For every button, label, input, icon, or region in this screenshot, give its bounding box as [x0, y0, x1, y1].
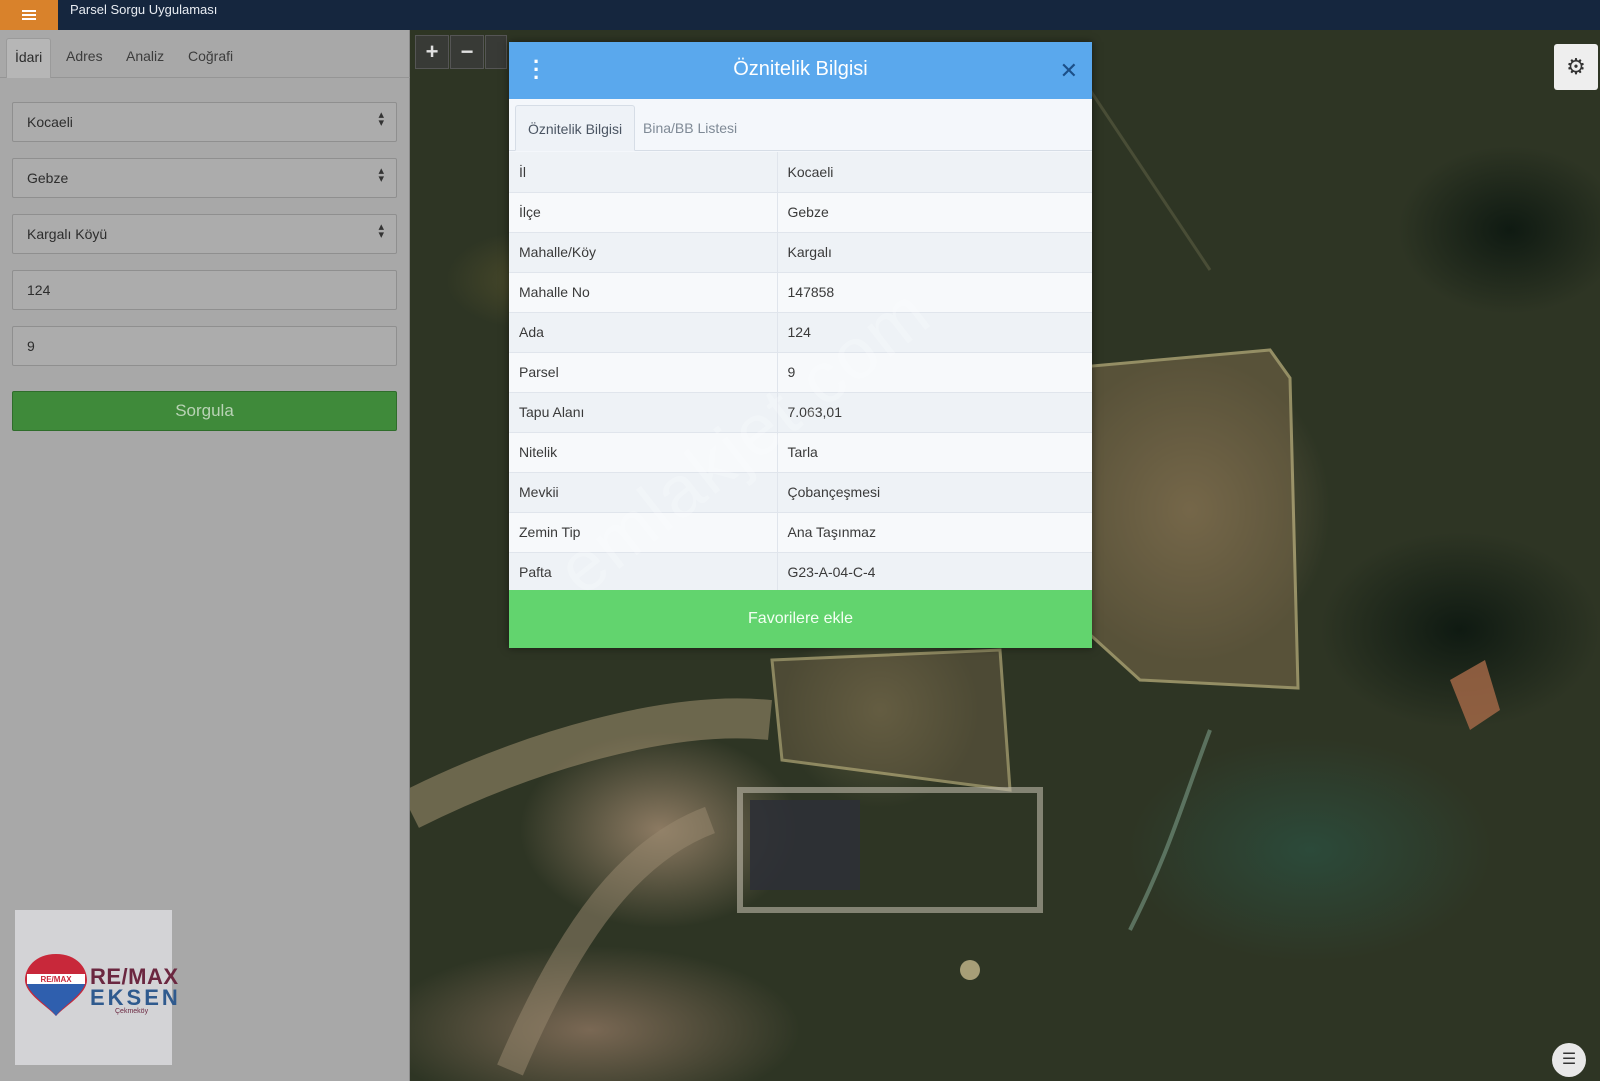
- ilce-select-value: Gebze: [27, 170, 69, 186]
- table-row: İlçe Gebze: [509, 192, 1092, 233]
- dialog-tabs: Öznitelik Bilgisi Bina/BB Listesi: [509, 99, 1092, 151]
- row-value: 147858: [777, 272, 1092, 313]
- tab-analiz[interactable]: Analiz: [118, 38, 172, 78]
- map-tool-button[interactable]: [485, 35, 507, 69]
- parsel-input-value: 9: [27, 338, 35, 354]
- mahalle-select-value: Kargalı Köyü: [27, 226, 108, 242]
- table-row: Mahalle/Köy Kargalı: [509, 232, 1092, 273]
- tab-adres[interactable]: Adres: [58, 38, 111, 78]
- logo-line2: EKSEN: [90, 985, 181, 1010]
- row-key: İlçe: [509, 192, 778, 233]
- row-value: Kocaeli: [777, 152, 1092, 193]
- tab-bina-bb-listesi[interactable]: Bina/BB Listesi: [631, 105, 749, 151]
- dialog-title: Öznitelik Bilgisi: [733, 58, 868, 80]
- layers-button[interactable]: ☰: [1552, 1043, 1586, 1077]
- sorgula-button[interactable]: Sorgula: [12, 391, 397, 431]
- zoom-in-button[interactable]: +: [415, 35, 449, 69]
- hamburger-menu-button[interactable]: [0, 0, 58, 30]
- row-value: Ana Taşınmaz: [777, 512, 1092, 553]
- parsel-input[interactable]: 9: [12, 326, 397, 366]
- balloon-logo-icon: RE/MAX: [25, 954, 87, 1016]
- layers-icon: ☰: [1561, 1051, 1577, 1068]
- mahalle-select[interactable]: Kargalı Köyü ▴ ▾: [12, 214, 397, 254]
- row-value: Gebze: [777, 192, 1092, 233]
- logo-subtitle: Çekmeköy: [115, 1008, 149, 1015]
- top-bar: Parsel Sorgu Uygulaması: [0, 0, 1600, 30]
- row-key: Parsel: [509, 352, 778, 393]
- select-chevron-icon: ▴ ▾: [378, 165, 384, 185]
- tab-cografi[interactable]: Coğrafi: [180, 38, 241, 78]
- tab-idari[interactable]: İdari: [6, 38, 52, 78]
- query-tabs: İdari Adres Analiz Coğrafi: [0, 30, 410, 78]
- hamburger-icon: [22, 14, 36, 16]
- row-value: Tarla: [777, 432, 1092, 473]
- row-value: Çobançeşmesi: [777, 472, 1092, 513]
- select-chevron-icon: ▴ ▾: [378, 109, 384, 129]
- left-panel: İdari Adres Analiz Coğrafi Kocaeli ▴ ▾ Ge…: [0, 30, 410, 1081]
- row-value: G23-A-04-C-4: [777, 552, 1092, 593]
- il-select[interactable]: Kocaeli ▴ ▾: [12, 102, 397, 142]
- row-key: Mahalle/Köy: [509, 232, 778, 273]
- svg-text:RE/MAX: RE/MAX: [40, 975, 72, 984]
- ilce-select[interactable]: Gebze ▴ ▾: [12, 158, 397, 198]
- table-row: İl Kocaeli: [509, 152, 1092, 193]
- remax-logo: RE/MAX RE/MAX EKSEN Çekmeköy: [15, 910, 178, 1065]
- ada-input[interactable]: 124: [12, 270, 397, 310]
- row-value: Kargalı: [777, 232, 1092, 273]
- close-icon[interactable]: ✕: [1060, 58, 1078, 84]
- tab-oznitelik-bilgisi[interactable]: Öznitelik Bilgisi: [515, 105, 636, 151]
- il-select-value: Kocaeli: [27, 114, 73, 130]
- select-chevron-icon: ▴ ▾: [378, 221, 384, 241]
- app-title: Parsel Sorgu Uygulaması: [70, 2, 218, 17]
- row-key: İl: [509, 152, 778, 193]
- ada-input-value: 124: [27, 282, 51, 298]
- zoom-out-button[interactable]: −: [450, 35, 484, 69]
- dialog-header: · · · Öznitelik Bilgisi ✕: [509, 42, 1092, 99]
- settings-button[interactable]: ⚙: [1554, 44, 1598, 90]
- row-key: Ada: [509, 312, 778, 353]
- gear-icon: ⚙: [1566, 54, 1586, 79]
- row-key: Mahalle No: [509, 272, 778, 313]
- table-row: Mahalle No 147858: [509, 272, 1092, 313]
